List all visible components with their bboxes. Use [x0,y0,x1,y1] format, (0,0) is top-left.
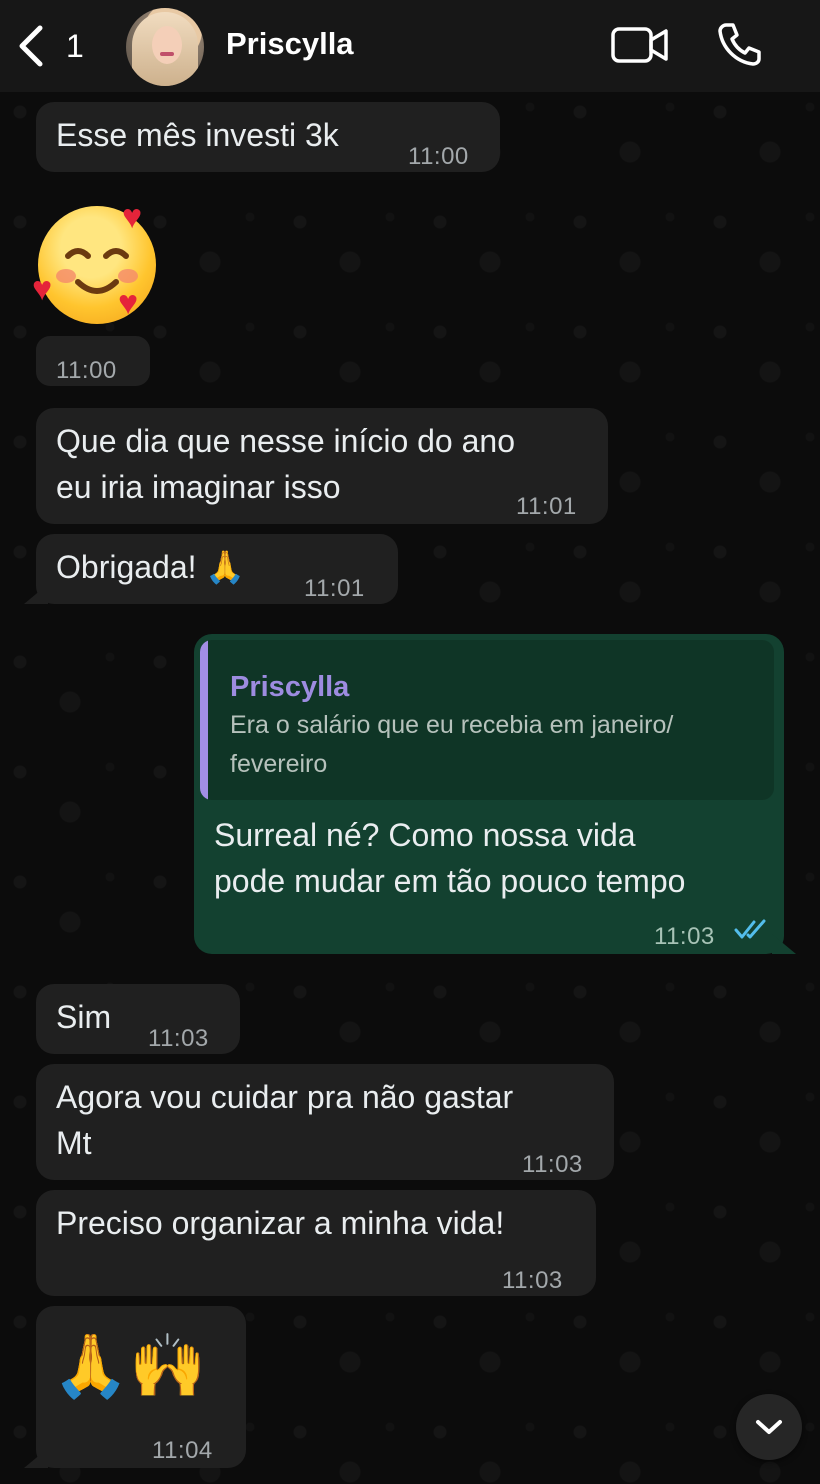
video-camera-icon [611,27,668,63]
message-text: Obrigada! 🙏 [56,549,246,585]
contact-name[interactable]: Priscylla [226,26,354,62]
message-emoji-incoming[interactable]: ♥ ♥ ♥ [30,198,170,330]
message-bubble-outgoing[interactable]: Priscylla Era o salário que eu recebia e… [194,634,784,954]
quote-text-line: fevereiro [230,750,328,778]
phone-icon [718,23,761,66]
reply-quote[interactable]: Priscylla Era o salário que eu recebia e… [200,640,774,800]
quote-author: Priscylla [230,671,350,703]
message-bubble-incoming[interactable]: Obrigada! 🙏 11:01 [36,534,398,604]
message-text-line: Mt [56,1125,92,1161]
message-text-line: Que dia que nesse início do ano [56,423,515,459]
message-text-line: Surreal né? Como nossa vida [214,817,636,853]
message-emoji-text: 🙏🙌 [52,1329,207,1402]
message-time: 11:01 [304,575,365,602]
message-bubble-incoming[interactable]: Preciso organizar a minha vida! 11:03 [36,1190,596,1296]
chevron-left-icon [19,25,43,67]
message-time: 11:01 [516,493,577,520]
message-text-line: eu iria imaginar isso [56,469,341,505]
message-time: 11:03 [522,1151,583,1178]
message-bubble-incoming[interactable]: Sim 11:03 [36,984,240,1054]
unread-count: 1 [66,27,84,64]
message-time: 11:00 [56,357,117,384]
message-text: Esse mês investi 3k [56,117,339,153]
chat-header: 1 Priscylla [0,0,820,92]
message-time-chip: 11:00 [36,336,150,386]
scroll-to-bottom-button[interactable] [736,1394,802,1460]
heart-icon: ♥ [32,270,53,308]
message-text-line: Agora vou cuidar pra não gastar [56,1079,514,1115]
heart-icon: ♥ [118,284,139,322]
message-time: 11:04 [152,1437,213,1464]
message-text: Preciso organizar a minha vida! [56,1205,505,1241]
back-button[interactable]: 1 [16,24,90,68]
quote-accent-bar [200,640,208,800]
message-time: 11:03 [654,923,715,950]
message-text-line: pode mudar em tão pouco tempo [214,863,686,899]
message-time: 11:03 [148,1025,209,1052]
message-bubble-incoming[interactable]: 🙏🙌 11:04 [36,1306,246,1468]
message-bubble-incoming[interactable]: Que dia que nesse início do ano eu iria … [36,408,608,524]
message-text: Sim [56,999,112,1035]
message-time: 11:00 [408,143,469,170]
video-call-button[interactable] [610,22,670,68]
message-bubble-incoming[interactable]: Esse mês investi 3k 11:00 [36,102,500,172]
message-bubble-incoming[interactable]: Agora vou cuidar pra não gastar Mt 11:03 [36,1064,614,1180]
heart-icon: ♥ [122,198,143,236]
quote-text-line: Era o salário que eu recebia em janeiro/ [230,711,674,739]
avatar[interactable] [126,8,204,86]
chevron-down-icon [756,1420,782,1434]
double-check-read-icon [734,919,766,939]
message-time: 11:03 [502,1267,563,1294]
voice-call-button[interactable] [716,20,764,68]
